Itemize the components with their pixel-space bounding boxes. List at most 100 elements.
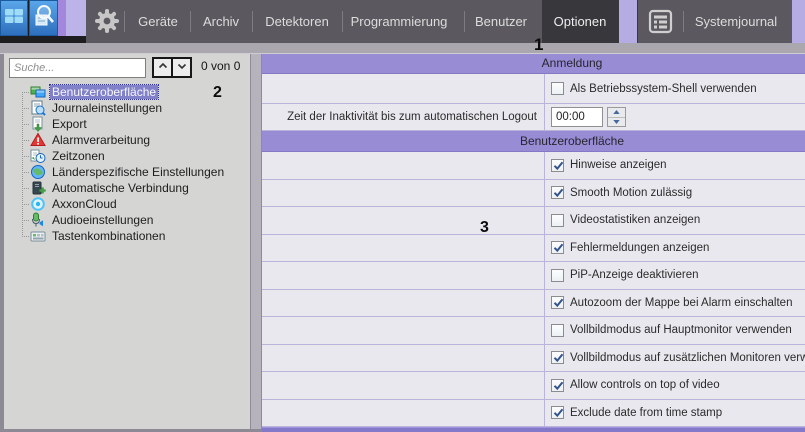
next-section-bar xyxy=(262,427,805,432)
tab-programmierung[interactable]: Programmierung xyxy=(351,0,448,43)
axxoncloud-icon xyxy=(30,196,46,212)
settings-row: Zeit der Inaktivität bis zum automatisch… xyxy=(262,104,805,131)
checkbox-vollbildmodus-auf-zusaetzlichen-monitoren-verwenden[interactable] xyxy=(551,351,564,364)
logout-time-input[interactable]: 00:00 xyxy=(551,107,603,127)
regional-settings-icon xyxy=(30,164,46,180)
section-header-anmeldung: Anmeldung xyxy=(262,54,805,74)
settings-row: PiP-Anzeige deaktivieren xyxy=(262,262,805,290)
interface-icon xyxy=(30,84,46,100)
toolbar-separator xyxy=(124,11,125,32)
row-value-cell: Videostatistiken anzeigen xyxy=(545,207,805,234)
sidebar-splitter[interactable] xyxy=(250,54,262,432)
settings-panel: Anmeldung Als Betriebssystem-Shell verwen… xyxy=(262,54,805,432)
tree-item-laenderspezifische-einstellungen[interactable]: Länderspezifische Einstellungen xyxy=(0,164,250,180)
tree-item-label: Automatische Verbindung xyxy=(50,181,191,195)
annotation-2: 2 xyxy=(213,85,222,101)
auto-connect-icon xyxy=(30,180,46,196)
spinner-up-icon[interactable] xyxy=(608,108,625,118)
settings-row: Vollbildmodus auf Hauptmonitor verwenden xyxy=(262,317,805,345)
section-header-benutzeroberflaeche: Benutzeroberfläche xyxy=(262,131,805,152)
checkbox-als-betriebssystem-shell-verwenden[interactable] xyxy=(551,82,564,95)
tree-item-label: Journaleinstellungen xyxy=(50,101,164,115)
divider xyxy=(58,0,66,36)
timezones-icon xyxy=(30,148,46,164)
checkbox-vollbildmodus-auf-hauptmonitor-verwenden[interactable] xyxy=(551,324,564,337)
spinner-down-icon[interactable] xyxy=(608,118,625,127)
settings-row: Videostatistiken anzeigen xyxy=(262,207,805,235)
checkbox-smooth-motion-zulaessig[interactable] xyxy=(551,186,564,199)
row-value-cell: PiP-Anzeige deaktivieren xyxy=(545,262,805,289)
checkbox-fehlermeldungen-anzeigen[interactable] xyxy=(551,241,564,254)
settings-gear-icon xyxy=(94,8,120,34)
audio-settings-icon xyxy=(30,212,46,228)
application-window: Geräte Archiv Detektoren Programmierung … xyxy=(0,0,805,432)
toolbar-separator xyxy=(190,11,191,32)
checkbox-pip-anzeige-deaktivieren[interactable] xyxy=(551,269,564,282)
menu-bar: Geräte Archiv Detektoren Programmierung … xyxy=(86,0,792,43)
toolbar-corner xyxy=(792,0,805,43)
tree-item-label: Audioeinstellungen xyxy=(50,213,155,227)
settings-row: Exclude date from time stamp xyxy=(262,400,805,428)
tab-optionen[interactable]: Optionen xyxy=(542,0,618,43)
row-value-cell: Als Betriebssystem-Shell verwenden xyxy=(545,74,805,103)
settings-row: Hinweise anzeigen xyxy=(262,152,805,180)
checkbox-label: Als Betriebssystem-Shell verwenden xyxy=(570,83,757,95)
tree-item-alarmverarbeitung[interactable]: Alarmverarbeitung xyxy=(0,132,250,148)
checkbox-exclude-date-from-time-stamp[interactable] xyxy=(551,406,564,419)
settings-row: Vollbildmodus auf zusätzlichen Monitoren… xyxy=(262,345,805,373)
checkbox-allow-controls-on-top-of-video[interactable] xyxy=(551,379,564,392)
tab-systemjournal[interactable]: Systemjournal xyxy=(695,0,777,43)
row-value-cell: 00:00 xyxy=(545,104,805,130)
settings-row: Als Betriebssystem-Shell verwenden xyxy=(262,74,805,104)
toolbar-gap xyxy=(618,0,638,43)
hotkeys-icon xyxy=(30,228,46,244)
checkbox-label: Smooth Motion zulässig xyxy=(570,187,692,199)
layouts-button[interactable] xyxy=(0,0,28,36)
search-input[interactable] xyxy=(9,58,146,78)
system-journal-icon xyxy=(648,9,673,34)
row-label-cell xyxy=(262,180,545,207)
spinner-buttons[interactable] xyxy=(607,107,626,127)
top-toolbar: Geräte Archiv Detektoren Programmierung … xyxy=(0,0,805,43)
search-next-button[interactable] xyxy=(171,57,192,78)
checkbox-label: Vollbildmodus auf zusätzlichen Monitoren… xyxy=(570,352,805,364)
settings-row: Allow controls on top of video xyxy=(262,372,805,400)
tree-item-axxoncloud[interactable]: AxxonCloud xyxy=(0,196,250,212)
checkbox-label: Fehlermeldungen anzeigen xyxy=(570,242,709,254)
tree-item-audioeinstellungen[interactable]: Audioeinstellungen xyxy=(0,212,250,228)
tree-item-label: Alarmverarbeitung xyxy=(50,133,152,147)
tree-item-tastenkombinationen[interactable]: Tastenkombinationen xyxy=(0,228,250,244)
search-magnifier-icon xyxy=(33,3,55,34)
row-value-cell: Fehlermeldungen anzeigen xyxy=(545,235,805,262)
chevron-up-icon xyxy=(157,59,169,77)
tab-benutzer[interactable]: Benutzer xyxy=(475,0,527,43)
row-label-cell xyxy=(262,152,545,179)
row-value-cell: Allow controls on top of video xyxy=(545,372,805,399)
tab-detektoren[interactable]: Detektoren xyxy=(265,0,329,43)
search-counter: 0 von 0 xyxy=(201,59,240,73)
row-label-cell xyxy=(262,262,545,289)
tree-item-zeitzonen[interactable]: Zeitzonen xyxy=(0,148,250,164)
chevron-down-icon xyxy=(176,59,188,77)
checkbox-label: Vollbildmodus auf Hauptmonitor verwenden xyxy=(570,324,792,336)
tree-item-label: Länderspezifische Einstellungen xyxy=(50,165,226,179)
tree-item-label: Benutzeroberfläche xyxy=(50,85,158,99)
row-label-cell: Zeit der Inaktivität bis zum automatisch… xyxy=(262,104,545,130)
tree-item-export[interactable]: Export xyxy=(0,116,250,132)
settings-row: Smooth Motion zulässig xyxy=(262,180,805,208)
search-prev-button[interactable] xyxy=(152,57,173,78)
tree-item-journaleinstellungen[interactable]: Journaleinstellungen xyxy=(0,100,250,116)
search-panel-button[interactable] xyxy=(29,0,58,36)
checkbox-hinweise-anzeigen[interactable] xyxy=(551,159,564,172)
row-value-cell: Autozoom der Mappe bei Alarm einschalten xyxy=(545,290,805,317)
checkbox-videostatistiken-anzeigen[interactable] xyxy=(551,214,564,227)
tab-geraete[interactable]: Geräte xyxy=(138,0,178,43)
annotation-1: 1 xyxy=(534,36,543,53)
tab-archiv[interactable]: Archiv xyxy=(203,0,239,43)
checkbox-autozoom-der-mappe-bei-alarm-einschalten[interactable] xyxy=(551,296,564,309)
tree-item-automatische-verbindung[interactable]: Automatische Verbindung xyxy=(0,180,250,196)
checkbox-label: Exclude date from time stamp xyxy=(570,407,722,419)
row-value-cell: Hinweise anzeigen xyxy=(545,152,805,179)
toolbar-separator xyxy=(252,11,253,32)
row-value-cell: Smooth Motion zulässig xyxy=(545,180,805,207)
